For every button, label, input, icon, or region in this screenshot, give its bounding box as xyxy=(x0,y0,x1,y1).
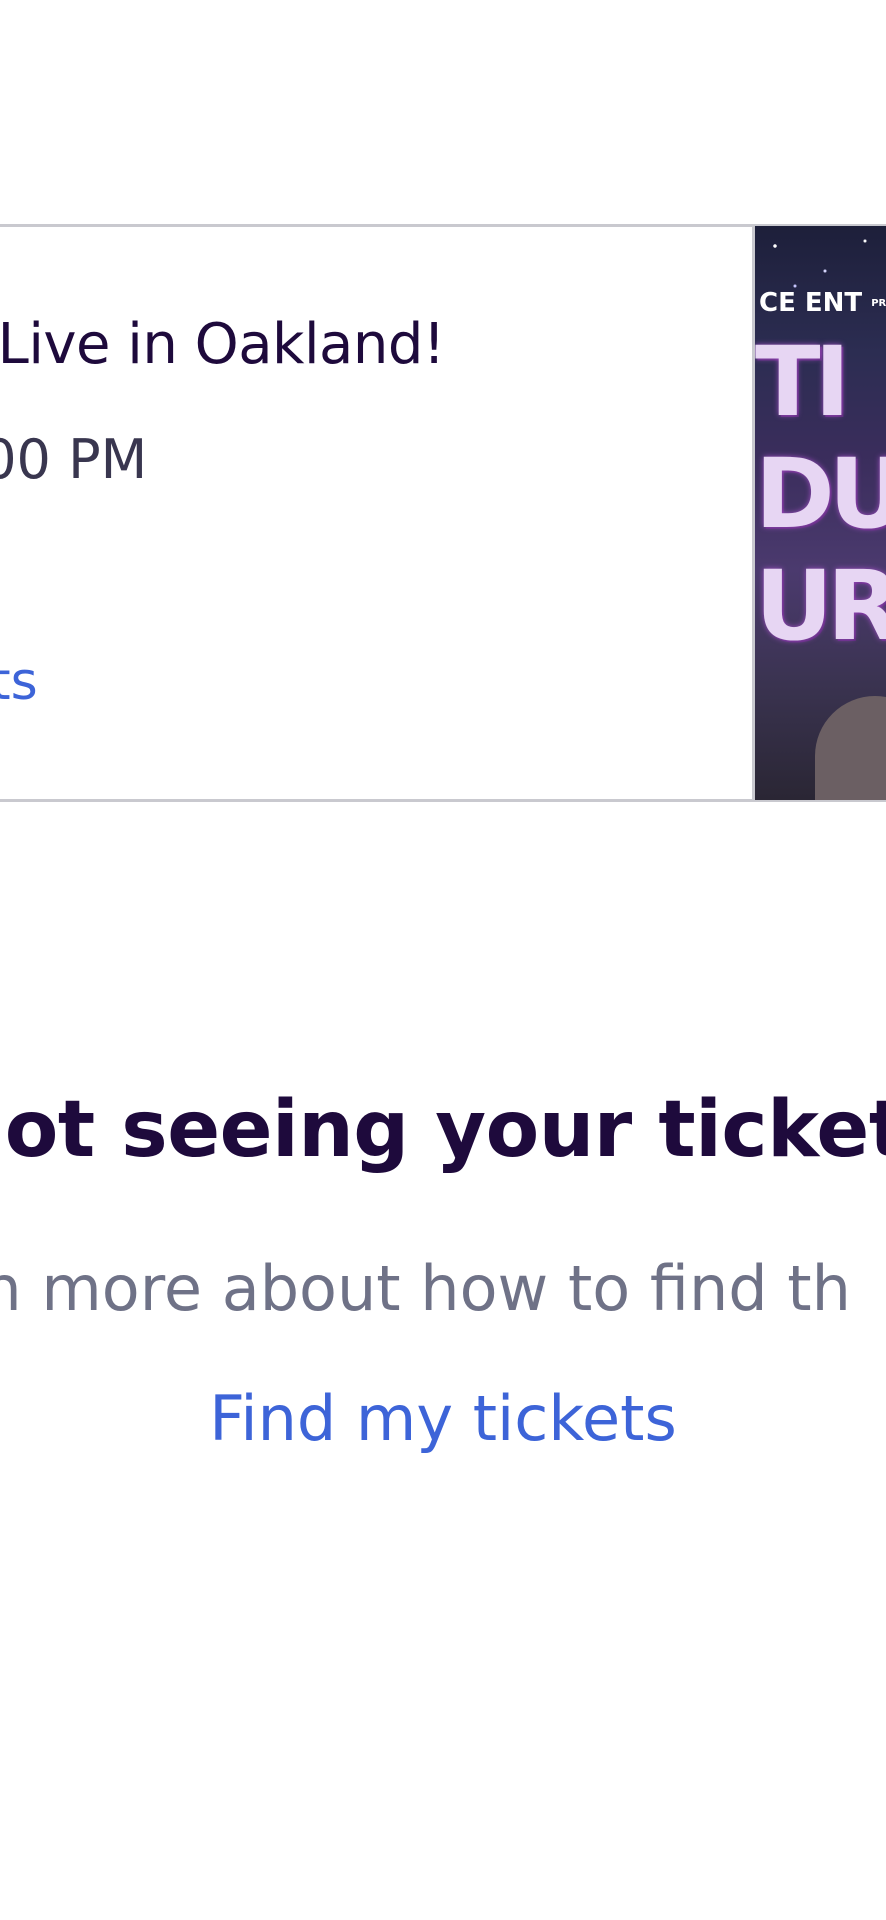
view-tickets-link[interactable]: kets xyxy=(0,652,38,712)
poster-presenter-text: CE ENT PRESE xyxy=(759,288,886,318)
event-title[interactable]: ove Live in Oakland! xyxy=(0,312,445,377)
event-time: :00 PM xyxy=(0,428,148,491)
empty-state-description: arn more about how to find th xyxy=(0,1252,851,1325)
tickets-page: ove Live in Oakland! :00 PM kets CE ENT … xyxy=(0,0,886,1920)
poster-title-letters: TIDUSUR xyxy=(755,326,886,662)
poster-header: CE ENT xyxy=(759,288,863,318)
find-my-tickets-button[interactable]: Find my tickets xyxy=(0,1382,886,1455)
empty-state-heading: Not seeing your tickets? xyxy=(0,1085,886,1175)
event-poster-image[interactable]: CE ENT PRESE TIDUSUR xyxy=(752,226,886,800)
poster-header-small: PRESE xyxy=(871,298,886,309)
